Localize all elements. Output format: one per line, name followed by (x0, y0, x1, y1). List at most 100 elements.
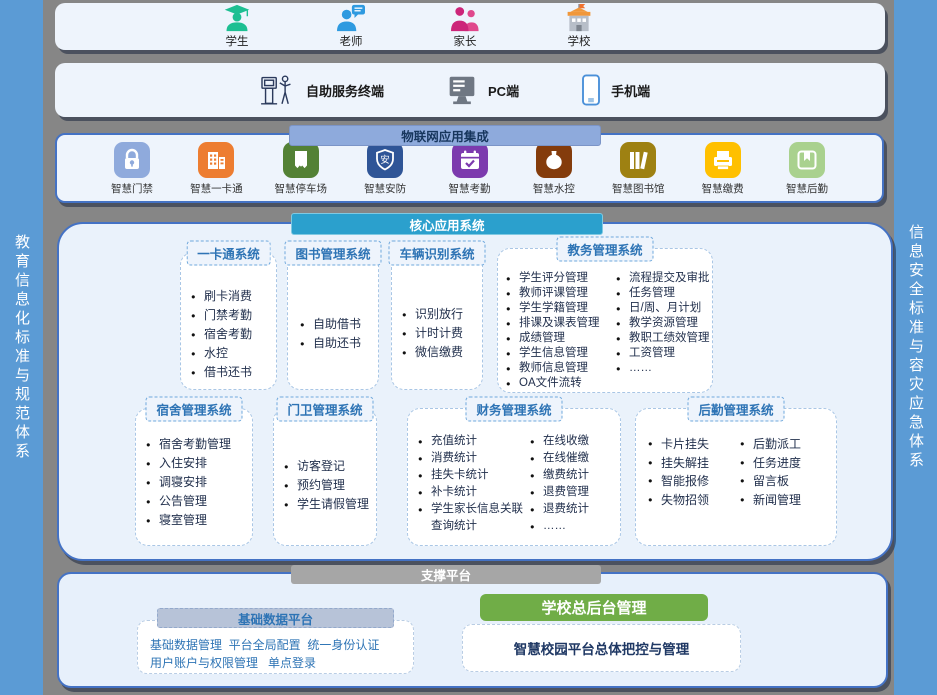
system-item: 退费统计 (530, 501, 620, 518)
system-card-dorm: 宿舍管理系统 宿舍考勤管理入住安排调寝安排公告管理寝室管理 (135, 408, 253, 546)
system-item: 教学资源管理 (616, 316, 712, 331)
support-platform-panel: 支撑平台 基础数据平台 基础数据管理 平台全局配置 统一身份认证 用户账户与权限… (57, 572, 888, 688)
system-item: 自助借书 (300, 315, 378, 334)
system-item: 刷卡消费 (191, 287, 276, 306)
iot-item-label: 智慧水控 (521, 181, 587, 196)
system-card-onecard: 一卡通系统 刷卡消费门禁考勤宿舍考勤水控借书还书 (180, 252, 277, 390)
system-item: 计时计费 (402, 324, 482, 343)
system-item: 门禁考勤 (191, 306, 276, 325)
svg-text:安: 安 (380, 154, 390, 166)
teacher-icon (335, 4, 367, 32)
system-list: 访客登记预约管理学生请假管理 (284, 457, 376, 514)
left-standards-label: 教育信息化标准与规范体系 (11, 234, 32, 462)
iot-item-label: 智慧缴费 (690, 181, 756, 196)
iot-item-label: 智慧一卡通 (183, 181, 249, 196)
system-columns: 学生评分管理教师评课管理学生学籍管理排课及课表管理成绩管理学生信息管理教师信息管… (498, 249, 712, 391)
system-item: 智能报修 (648, 472, 740, 491)
system-item: 消费统计 (418, 450, 530, 467)
system-item: 教师信息管理 (506, 361, 616, 376)
system-card-logistics: 后勤管理系统 卡片挂失挂失解挂智能报修失物招领 后勤派工任务进度留言板新闻管理 (635, 408, 837, 546)
system-item: 识别放行 (402, 305, 482, 324)
system-item: 调寝安排 (146, 473, 252, 492)
iot-item-parking: 智慧停车场 (268, 142, 334, 196)
system-item: OA文件流转 (506, 376, 616, 391)
system-item: 充值统计 (418, 433, 530, 450)
onecard-icon (198, 142, 234, 178)
right-standards-bar: 信息安全标准与容灾应急体系 (894, 0, 937, 695)
system-item: 学生评分管理 (506, 271, 616, 286)
terminal-label: PC端 (488, 81, 519, 100)
system-item: …… (530, 518, 620, 535)
iot-item-access-control: 智慧门禁 (99, 142, 165, 196)
user-group-school: 学校 (547, 4, 611, 49)
logistics-icon (789, 142, 825, 178)
base-platform-line-1: 基础数据管理 平台全局配置 统一身份认证 (150, 636, 413, 654)
parking-icon (283, 142, 319, 178)
system-item: 后勤派工 (740, 435, 836, 454)
attendance-icon (452, 142, 488, 178)
iot-item-library: 智慧图书馆 (605, 142, 671, 196)
system-list: 在线收缴在线催缴缴费统计退费管理退费统计…… (530, 433, 620, 535)
system-item: 微信缴费 (402, 343, 482, 362)
access-control-icon (114, 142, 150, 178)
parents-icon (449, 4, 481, 32)
system-item: 学生请假管理 (284, 495, 376, 514)
iot-item-label: 智慧门禁 (99, 181, 165, 196)
system-columns: 充值统计消费统计挂失卡统计补卡统计学生家长信息关联查询统计 在线收缴在线催缴缴费… (408, 409, 620, 535)
system-columns: 卡片挂失挂失解挂智能报修失物招领 后勤派工任务进度留言板新闻管理 (636, 409, 836, 509)
iot-item-label: 智慧停车场 (268, 181, 334, 196)
system-item: 任务管理 (616, 286, 712, 301)
system-card-title: 图书管理系统 (284, 241, 381, 266)
user-group-student: 学生 (205, 4, 269, 49)
system-list: 卡片挂失挂失解挂智能报修失物招领 (648, 435, 740, 509)
system-card-title: 宿舍管理系统 (145, 397, 242, 422)
system-item: 工资管理 (616, 346, 712, 361)
left-standards-bar: 教育信息化标准与规范体系 (0, 0, 43, 695)
system-item: 学生家长信息关联查询统计 (418, 501, 530, 535)
terminal-kiosk: 自助服务终端 (260, 74, 384, 106)
system-item: 补卡统计 (418, 484, 530, 501)
system-item: 在线收缴 (530, 433, 620, 450)
user-group-teacher: 老师 (319, 4, 383, 49)
right-standards-label: 信息安全标准与容灾应急体系 (905, 224, 926, 471)
iot-item-water-control: 智慧水控 (521, 142, 587, 196)
system-item: 入住安排 (146, 454, 252, 473)
phone-icon (581, 74, 601, 106)
terminals-panel: 自助服务终端 PC端 手机端 (55, 63, 885, 117)
system-item: 成绩管理 (506, 331, 616, 346)
iot-banner: 物联网应用集成 (289, 125, 601, 146)
iot-item-label: 智慧考勤 (437, 181, 503, 196)
system-item: 留言板 (740, 472, 836, 491)
system-item: 在线催缴 (530, 450, 620, 467)
system-item: 流程提交及审批 (616, 271, 712, 286)
user-group-parent: 家长 (433, 4, 497, 49)
pc-icon (446, 75, 478, 105)
user-group-label: 学校 (568, 33, 591, 49)
system-item: 学生学籍管理 (506, 301, 616, 316)
water-control-icon (536, 142, 572, 178)
system-item: 自助还书 (300, 334, 378, 353)
system-card-finance: 财务管理系统 充值统计消费统计挂失卡统计补卡统计学生家长信息关联查询统计 在线收… (407, 408, 621, 546)
system-item: 新闻管理 (740, 491, 836, 510)
support-banner: 支撑平台 (291, 565, 601, 584)
user-roles-panel: 学生 老师 家长 (55, 3, 885, 50)
system-card-gate: 门卫管理系统 访客登记预约管理学生请假管理 (273, 408, 377, 546)
system-item: 日/周、月计划 (616, 301, 712, 316)
system-item: 借书还书 (191, 363, 276, 382)
kiosk-icon (260, 74, 296, 106)
system-list: 识别放行计时计费微信缴费 (402, 305, 482, 362)
iot-item-onecard: 智慧一卡通 (183, 142, 249, 196)
system-card-library: 图书管理系统 自助借书自助还书 (287, 252, 379, 390)
system-item: 失物招领 (648, 491, 740, 510)
system-list: 充值统计消费统计挂失卡统计补卡统计学生家长信息关联查询统计 (418, 433, 530, 535)
core-systems-panel: 核心应用系统 一卡通系统 刷卡消费门禁考勤宿舍考勤水控借书还书 图书管理系统 自… (57, 222, 893, 561)
system-list: 后勤派工任务进度留言板新闻管理 (740, 435, 836, 509)
library-icon (620, 142, 656, 178)
system-card-title: 教务管理系统 (556, 237, 653, 262)
system-list: 刷卡消费门禁考勤宿舍考勤水控借书还书 (191, 287, 276, 382)
system-item: 缴费统计 (530, 467, 620, 484)
system-card-title: 财务管理系统 (465, 397, 562, 422)
school-backend-box: 智慧校园平台总体把控与管理 (462, 624, 741, 672)
system-item: 教职工绩效管理 (616, 331, 712, 346)
system-item: 排课及课表管理 (506, 316, 616, 331)
